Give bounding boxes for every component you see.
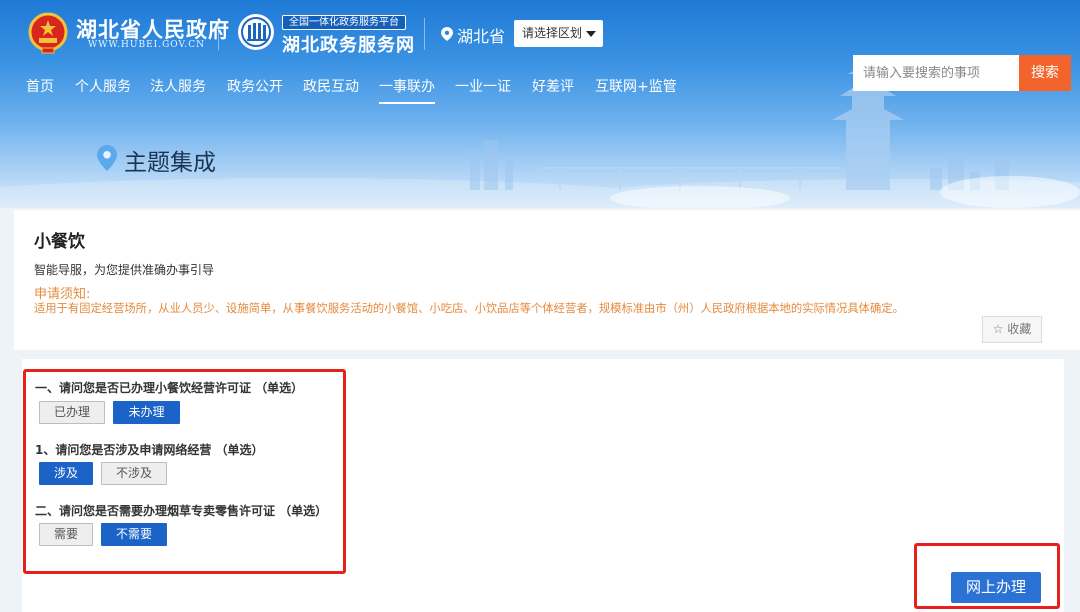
nav-item-one-matter[interactable]: 一事联办 [379,76,435,104]
question-title: 1、请问您是否涉及申请网络经营 （单选） [35,443,264,457]
option-button[interactable]: 需要 [39,523,93,546]
gov-site-url: WWW.HUBEI.GOV.CN [88,40,206,50]
notice-text: 适用于有固定经营场所，从业人员少、设施简单，从事餐饮服务活动的小餐馆、小吃店、小… [34,302,904,315]
favorite-label: 收藏 [1007,322,1032,336]
question-title: 一、请问您是否已办理小餐饮经营许可证 （单选） [35,381,304,395]
option-button[interactable]: 已办理 [39,401,105,424]
platform-logo-icon [238,14,274,50]
national-emblem-icon [28,12,68,54]
nav-item-one-license[interactable]: 一业一证 [455,76,511,96]
region-select-label: 请选择区划 [522,26,583,40]
nav-item-gov-affairs[interactable]: 政务公开 [227,76,283,96]
header-divider [424,18,425,50]
favorite-button[interactable]: ☆ 收藏 [982,316,1042,343]
option-button-selected[interactable]: 涉及 [39,462,93,485]
current-province: 湖北省 [457,27,506,46]
header-divider [218,18,219,50]
online-apply-button[interactable]: 网上办理 [951,572,1041,603]
option-button-selected[interactable]: 不需要 [101,523,167,546]
nav-item-interaction[interactable]: 政民互动 [303,76,359,96]
star-icon: ☆ [992,322,1004,336]
theme-location-icon [97,145,117,171]
search-input[interactable] [853,55,1019,91]
theme-title: 主题集成 [124,150,216,176]
item-title: 小餐饮 [34,232,85,252]
nav-item-internet-supervision[interactable]: 互联网+监管 [595,76,677,96]
nav-item-evaluation[interactable]: 好差评 [532,76,574,96]
item-info-card: 小餐饮 智能导服，为您提供准确办事引导 申请须知: 适用于有固定经营场所，从业人… [14,210,1080,350]
chevron-down-icon [586,31,596,37]
option-button-selected[interactable]: 未办理 [113,401,180,424]
nav-item-legal-person-services[interactable]: 法人服务 [150,76,206,96]
location-pin-icon [441,27,453,41]
platform-name[interactable]: 湖北政务服务网 [282,31,415,57]
item-subtitle: 智能导服，为您提供准确办事引导 [34,263,215,277]
platform-tagline: 全国一体化政务服务平台 [282,15,406,30]
header-banner: 湖北省人民政府 WWW.HUBEI.GOV.CN 全国一体化政务服务平台 湖北政… [0,0,1080,208]
search-button[interactable]: 搜索 [1019,55,1071,91]
nav-item-personal-services[interactable]: 个人服务 [75,76,131,96]
region-select-dropdown[interactable]: 请选择区划 [514,20,603,47]
option-button[interactable]: 不涉及 [101,462,167,485]
nav-item-home[interactable]: 首页 [26,76,54,96]
question-title: 二、请问您是否需要办理烟草专卖零售许可证 （单选） [35,504,328,518]
